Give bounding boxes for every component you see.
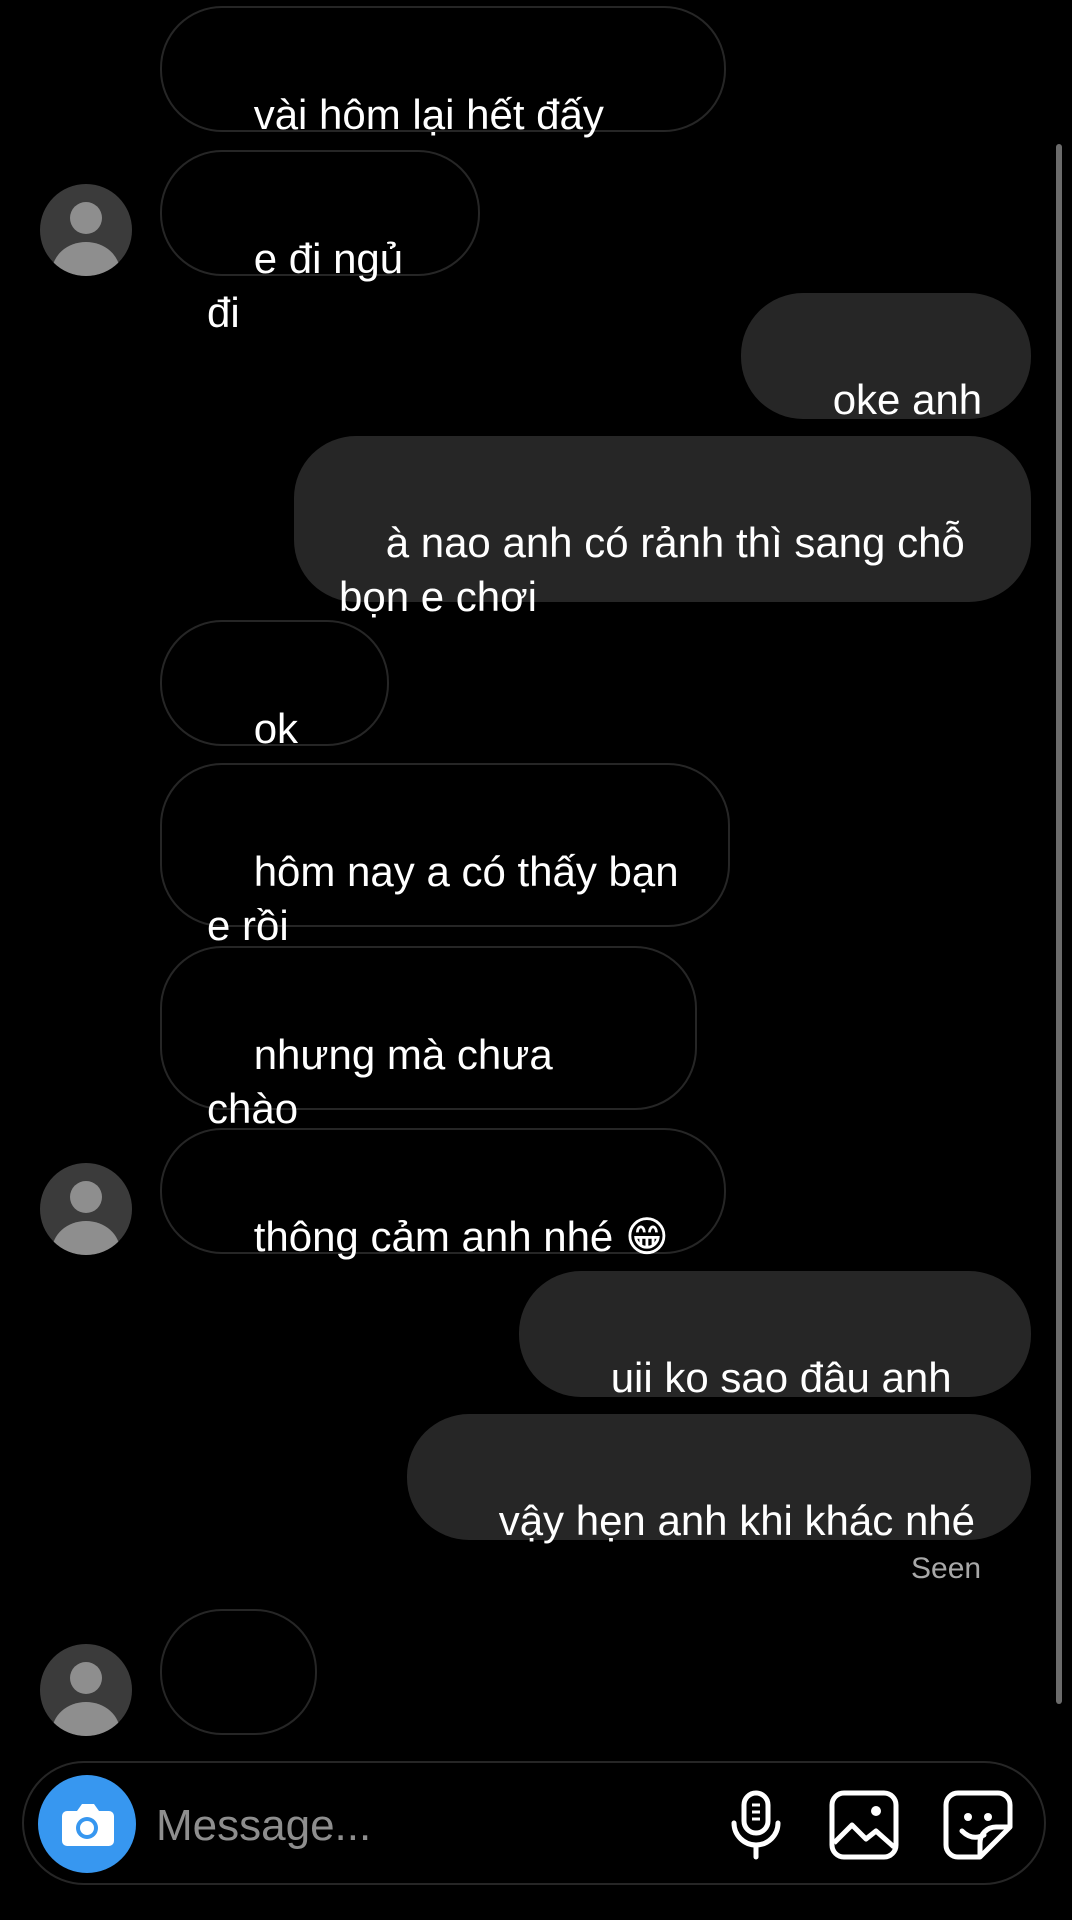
message-bubble-incoming[interactable]: 👍 [160,1609,317,1842]
message-text: à nao anh có rảnh thì sang chỗ bọn e chơ… [339,519,965,620]
avatar[interactable] [40,184,132,276]
message-bubble-incoming[interactable]: thông cảm anh nhé 😁 [160,1128,726,1260]
camera-button[interactable] [38,1775,136,1873]
sticker-button[interactable] [938,1785,1018,1865]
camera-icon [62,1804,114,1846]
avatar-head-shape [70,1181,102,1213]
message-bubble-outgoing[interactable]: uii ko sao đâu anh ơi [519,1271,1031,1455]
gallery-icon [829,1790,899,1860]
message-input[interactable]: Message... [156,1801,371,1851]
message-text: thông cảm anh nhé 😁 [253,1213,669,1260]
avatar[interactable] [40,1163,132,1255]
avatar-body-shape [52,1221,120,1255]
seen-status: Seen [911,1552,982,1585]
avatar-head-shape [70,1662,102,1694]
message-text: hôm nay a có thấy bạn e rồi [207,848,679,949]
message-bubble-outgoing[interactable]: à nao anh có rảnh thì sang chỗ bọn e chơ… [294,436,1031,620]
avatar-body-shape [52,242,120,276]
avatar-body-shape [52,1702,120,1736]
message-bubble-incoming[interactable]: e đi ngủ đi [160,150,480,336]
message-text: vậy hẹn anh khi khác nhé [498,1497,976,1544]
sticker-icon [943,1790,1013,1860]
microphone-icon [731,1790,781,1860]
gallery-button[interactable] [824,1785,904,1865]
scrollbar[interactable] [1056,144,1062,1704]
message-text: e đi ngủ đi [207,235,415,336]
message-bubble-incoming[interactable]: hôm nay a có thấy bạn e rồi [160,763,730,949]
message-bubble-outgoing[interactable]: oke anh ạ [741,293,1031,477]
message-bubble-incoming[interactable]: vài hôm lại hết đấy thôi [160,6,726,192]
message-bubble-outgoing[interactable]: vậy hẹn anh khi khác nhé [407,1414,1031,1544]
avatar-head-shape [70,202,102,234]
message-bubble-incoming[interactable]: nhưng mà chưa chào hỏi đc [160,946,697,1186]
microphone-button[interactable] [716,1785,796,1865]
message-bubble-incoming[interactable]: ok em [160,620,389,806]
message-composer: Message... [22,1761,1046,1885]
avatar[interactable] [40,1644,132,1736]
